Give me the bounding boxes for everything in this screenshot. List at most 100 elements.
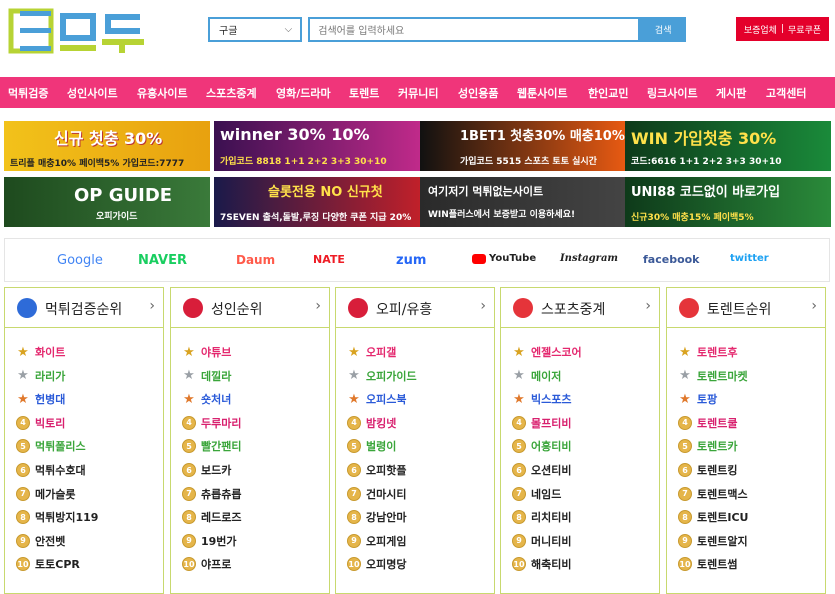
nav-item[interactable]: 게시판	[716, 85, 746, 101]
list-item[interactable]: 10 해축티비	[511, 554, 571, 574]
list-item[interactable]: 10 야프로	[181, 554, 231, 574]
list-item[interactable]: 5 어흥티비	[511, 436, 571, 456]
list-item[interactable]: 10 토렌트썸	[677, 554, 737, 574]
list-item[interactable]: ★ 메이저	[511, 366, 561, 386]
nav-item[interactable]: 성인사이트	[67, 85, 118, 101]
list-item[interactable]: ★ 야튜브	[181, 342, 231, 362]
nav-item[interactable]: 웹툰사이트	[517, 85, 568, 101]
free-coupon-link[interactable]: 무료쿠폰	[788, 23, 821, 36]
list-item[interactable]: 9 19번가	[181, 531, 237, 551]
list-item[interactable]: ★ 토렌트마켓	[677, 366, 747, 386]
search-button[interactable]: 검색	[640, 17, 686, 42]
list-item[interactable]: ★ 오피가이드	[346, 366, 416, 386]
portal-twitter[interactable]: twitter	[730, 253, 769, 264]
list-item[interactable]: 9 토렌트알지	[677, 531, 748, 551]
nav-item[interactable]: 영화/드라마	[276, 85, 331, 101]
list-item[interactable]: 5 벌령이	[346, 436, 396, 456]
search-engine-select[interactable]: 구글 ⌵	[208, 17, 303, 42]
list-item[interactable]: 7 네임드	[511, 484, 561, 504]
list-item[interactable]: 7 츄릅츄릅	[181, 484, 241, 504]
medal-rank-icon: 4	[16, 415, 30, 430]
list-item[interactable]: ★ 엔젤스코어	[511, 342, 581, 362]
banner-ad[interactable]: 여기저기 먹튀없는사이트 WIN플러스에서 보증받고 이용하세요!	[420, 177, 626, 227]
list-item[interactable]: 5 빨간팬티	[181, 436, 241, 456]
panel-header[interactable]: 먹튀검증순위 ›	[5, 288, 163, 328]
list-item[interactable]: ★ 토팡	[677, 389, 717, 409]
portal-instagram[interactable]: Instagram	[560, 253, 618, 264]
portal-daum[interactable]: Daum	[236, 253, 275, 267]
list-item[interactable]: 7 토렌트맥스	[677, 484, 748, 504]
list-item[interactable]: ★ 데낄라	[181, 366, 231, 386]
list-item[interactable]: 4 밤킹넷	[346, 413, 396, 433]
nav-item[interactable]: 토렌트	[349, 85, 379, 101]
banner-ad[interactable]: WIN 가입첫충 30% 코드:6616 1+1 2+2 3+3 30+10	[625, 121, 831, 171]
nav-item[interactable]: 한인교민	[588, 85, 628, 101]
portal-nate[interactable]: NATE	[313, 253, 345, 266]
banner-ad[interactable]: 슬롯전용 NO 신규첫 7SEVEN 출석,돌발,루징 다양한 쿠폰 지급 20…	[214, 177, 420, 227]
list-item[interactable]: ★ 숏처녀	[181, 389, 231, 409]
portal-zum[interactable]: zum	[396, 253, 426, 268]
nav-item[interactable]: 커뮤니티	[398, 85, 438, 101]
portal-google[interactable]: Google	[57, 253, 103, 268]
chevron-right-icon[interactable]: ›	[811, 298, 817, 314]
list-item[interactable]: 8 강남안마	[346, 507, 406, 527]
panel-header[interactable]: 성인순위 ›	[171, 288, 329, 328]
nav-item[interactable]: 성인용품	[458, 85, 498, 101]
list-item[interactable]: ★ 라리가	[15, 366, 65, 386]
list-item[interactable]: 8 레드로즈	[181, 507, 241, 527]
list-item[interactable]: 5 먹튀폴리스	[15, 436, 86, 456]
list-item[interactable]: ★ 토렌트후	[677, 342, 737, 362]
list-item[interactable]: 8 토렌트ICU	[677, 507, 748, 527]
nav-item[interactable]: 고객센터	[766, 85, 806, 101]
nav-item[interactable]: 유흥사이트	[137, 85, 188, 101]
panel-header[interactable]: 스포츠중계 ›	[501, 288, 659, 328]
banner-ad[interactable]: UNI88 코드없이 바로가입 신규30% 매충15% 페이백5%	[625, 177, 831, 227]
medal-rank-icon: 8	[347, 510, 361, 525]
list-item[interactable]: 10 오피명당	[346, 554, 406, 574]
banner-ad[interactable]: OP GUIDE 오피가이드	[4, 177, 210, 227]
list-item[interactable]: 9 오피게임	[346, 531, 406, 551]
list-item[interactable]: 8 리치티비	[511, 507, 571, 527]
list-item[interactable]: 6 보드카	[181, 460, 231, 480]
chevron-right-icon[interactable]: ›	[149, 298, 155, 314]
banner-ad[interactable]: 신규 첫충 30% 트리플 매충10% 페이백5% 가입코드:7777	[4, 121, 210, 171]
list-item[interactable]: 4 두루마리	[181, 413, 241, 433]
list-item[interactable]: 7 메가슬롯	[15, 484, 75, 504]
portal-youtube[interactable]: YouTube	[472, 253, 536, 264]
list-item-label: 오션티비	[531, 464, 572, 477]
list-item[interactable]: 4 몰프티비	[511, 413, 571, 433]
list-item[interactable]: 7 건마시티	[346, 484, 406, 504]
chevron-right-icon[interactable]: ›	[480, 298, 486, 314]
guarantee-link[interactable]: 보증업체	[744, 23, 777, 36]
banner-ad[interactable]: winner 30% 10% 가입코드 8818 1+1 2+2 3+3 30+…	[214, 121, 420, 171]
list-item[interactable]: ★ 헌병대	[15, 389, 65, 409]
panel-header[interactable]: 오피/유흥 ›	[336, 288, 494, 328]
portal-facebook[interactable]: facebook	[643, 253, 700, 266]
list-item[interactable]: 5 토렌트카	[677, 436, 737, 456]
list-item[interactable]: ★ 화이트	[15, 342, 65, 362]
nav-item[interactable]: 스포츠중계	[206, 85, 257, 101]
medal-rank-icon: 6	[182, 463, 196, 477]
panel-header[interactable]: 토렌트순위 ›	[667, 288, 825, 328]
list-item[interactable]: ★ 오피스북	[346, 389, 406, 409]
nav-item[interactable]: 먹튀검증	[8, 85, 48, 101]
list-item[interactable]: 6 오피핫플	[346, 460, 406, 480]
site-logo[interactable]	[8, 8, 148, 58]
search-input[interactable]: 검색어를 입력하세요	[308, 17, 641, 42]
list-item[interactable]: 8 먹튀방지119	[15, 507, 98, 527]
list-item[interactable]: ★ 오피갤	[346, 342, 396, 362]
list-item[interactable]: 9 안전벳	[15, 531, 65, 551]
list-item[interactable]: 6 토렌트킹	[677, 460, 737, 480]
banner-ad[interactable]: 1BET1 첫충30% 매충10% 가입코드 5515 스포츠 토토 실시간	[420, 121, 626, 171]
list-item[interactable]: 4 토렌트쿨	[677, 413, 737, 433]
portal-naver[interactable]: NAVER	[138, 253, 187, 268]
list-item[interactable]: ★ 빅스포츠	[511, 389, 571, 409]
list-item[interactable]: 6 오션티비	[511, 460, 571, 480]
list-item[interactable]: 4 빅토리	[15, 413, 65, 433]
nav-item[interactable]: 링크사이트	[647, 85, 698, 101]
list-item[interactable]: 6 먹튀수호대	[15, 460, 86, 480]
chevron-right-icon[interactable]: ›	[315, 298, 321, 314]
list-item[interactable]: 10 토토CPR	[15, 554, 80, 574]
chevron-right-icon[interactable]: ›	[645, 298, 651, 314]
list-item[interactable]: 9 머니티비	[511, 531, 571, 551]
